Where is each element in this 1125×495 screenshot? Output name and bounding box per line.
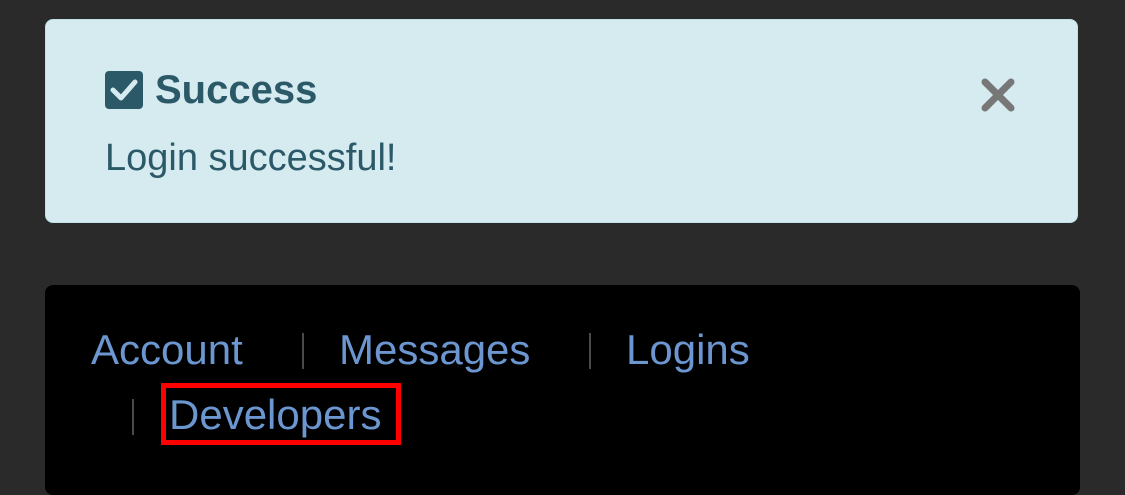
check-square-icon — [105, 71, 143, 109]
alert-message: Login successful! — [105, 137, 397, 179]
nav-link-logins[interactable]: Logins — [626, 326, 750, 374]
alert-title: Success — [155, 68, 318, 112]
close-icon — [981, 78, 1015, 112]
account-nav: Account Messages Logins Developers — [45, 285, 1080, 495]
success-alert: Success Login successful! — [45, 19, 1078, 223]
nav-separator — [302, 333, 304, 369]
nav-link-account[interactable]: Account — [91, 326, 243, 374]
nav-separator — [132, 399, 134, 435]
close-button[interactable] — [976, 73, 1020, 117]
nav-link-messages[interactable]: Messages — [339, 326, 530, 374]
nav-separator — [589, 333, 591, 369]
alert-header: Success — [105, 68, 317, 112]
highlight-box — [161, 383, 401, 445]
